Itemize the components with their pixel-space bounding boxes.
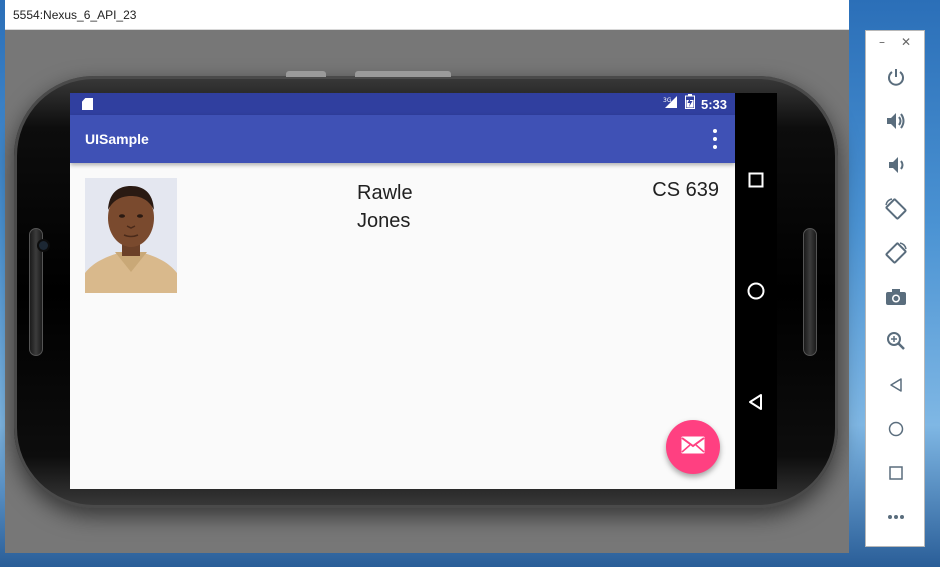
camera-icon xyxy=(886,289,906,305)
email-fab-button[interactable] xyxy=(666,420,720,474)
power-button[interactable] xyxy=(881,62,911,92)
zoom-button[interactable] xyxy=(881,326,911,356)
last-name: Jones xyxy=(357,210,411,232)
minimize-button[interactable]: – xyxy=(879,35,885,49)
course-label: CS 639 xyxy=(652,179,719,201)
right-speaker xyxy=(803,228,817,356)
email-icon xyxy=(681,436,705,459)
volume-down-icon xyxy=(889,157,904,173)
front-camera xyxy=(39,241,48,250)
recent-apps-icon xyxy=(748,172,764,188)
overview-icon xyxy=(889,466,903,480)
more-icon xyxy=(888,515,904,519)
battery-icon xyxy=(684,94,695,114)
rotate-left-button[interactable] xyxy=(881,194,911,224)
svg-text:3G: 3G xyxy=(663,97,672,104)
app-bar: UISample xyxy=(70,115,735,163)
profile-photo xyxy=(85,178,177,293)
volume-up-icon xyxy=(887,113,905,129)
power-icon xyxy=(888,69,904,86)
back-icon xyxy=(890,378,902,392)
app-title: UISample xyxy=(85,131,149,147)
overflow-menu-icon[interactable] xyxy=(707,129,723,149)
phone-top-button xyxy=(355,71,451,77)
toolbar-overview-button[interactable] xyxy=(881,458,911,488)
back-button[interactable] xyxy=(745,391,767,413)
status-bar: 3G 5:33 xyxy=(70,93,735,115)
device-screen: 3G 5:33 UISample Rawle Jones CS 639 xyxy=(70,93,735,489)
content-area: Rawle Jones CS 639 xyxy=(70,163,735,489)
rotate-left-icon xyxy=(885,198,907,220)
volume-up-button[interactable] xyxy=(881,106,911,136)
recent-apps-button[interactable] xyxy=(745,169,767,191)
signal-icon: 3G xyxy=(663,95,679,114)
status-time: 5:33 xyxy=(700,96,727,112)
sd-card-icon xyxy=(82,98,93,110)
rotate-right-icon xyxy=(885,242,907,264)
rotate-right-button[interactable] xyxy=(881,238,911,268)
home-icon xyxy=(888,421,904,437)
toolbar-home-button[interactable] xyxy=(881,414,911,444)
home-button[interactable] xyxy=(745,280,767,302)
nav-bar xyxy=(735,93,777,489)
more-button[interactable] xyxy=(881,502,911,532)
first-name: Rawle xyxy=(357,182,413,204)
emulator-toolbar: – ✕ xyxy=(865,30,925,547)
back-icon xyxy=(749,394,762,410)
screenshot-button[interactable] xyxy=(881,282,911,312)
home-icon xyxy=(747,282,765,300)
phone-top-button xyxy=(286,71,326,77)
close-button[interactable]: ✕ xyxy=(901,35,911,49)
window-title: 5554:Nexus_6_API_23 xyxy=(5,0,849,30)
volume-down-button[interactable] xyxy=(881,150,911,180)
person-name: Rawle Jones xyxy=(357,179,413,235)
toolbar-back-button[interactable] xyxy=(881,370,911,400)
zoom-icon xyxy=(887,332,905,350)
